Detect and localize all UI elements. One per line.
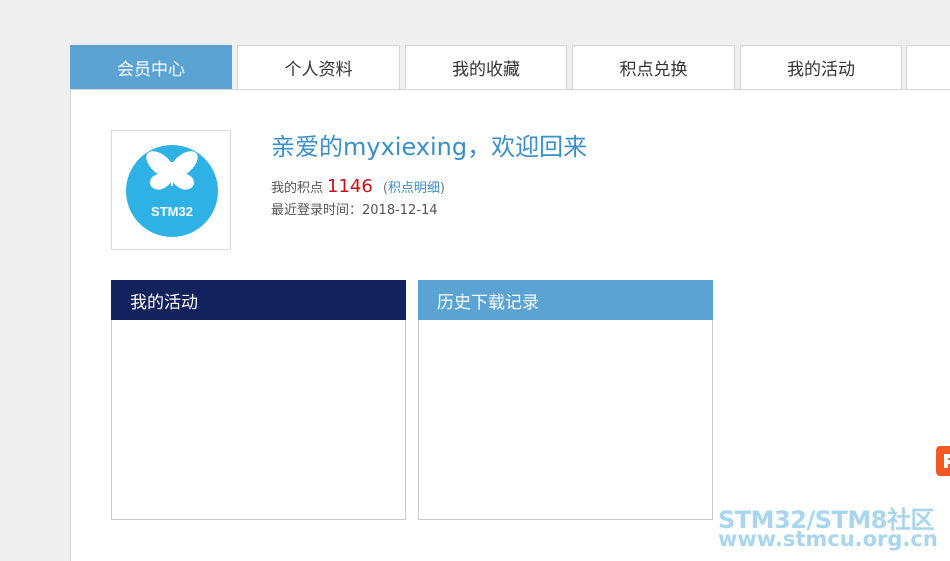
- side-float-icon[interactable]: [934, 444, 950, 478]
- box-title: 历史下载记录: [437, 292, 539, 313]
- points-detail-link[interactable]: 积点明细: [388, 181, 440, 196]
- welcome-heading: 亲爱的myxiexing，欢迎回来: [271, 133, 588, 161]
- tab-points-exchange[interactable]: 积点兑换: [572, 45, 735, 89]
- my-activities-box: 我的活动: [111, 280, 406, 520]
- box-header: 历史下载记录: [418, 280, 713, 320]
- avatar[interactable]: STM32: [111, 130, 231, 250]
- points-row: 我的积点 1146 (积点明细): [271, 176, 445, 200]
- box-header: 我的活动: [111, 280, 406, 320]
- points-value: 1146: [327, 176, 373, 197]
- avatar-label: STM32: [151, 204, 193, 219]
- stm32-butterfly-icon: STM32: [126, 145, 218, 237]
- member-center-page: 会员中心 个人资料 我的收藏 积点兑换 我的活动 STM32 亲爱的myxiex…: [0, 0, 950, 561]
- box-title: 我的活动: [130, 292, 198, 313]
- tab-label: 积点兑换: [619, 60, 688, 80]
- watermark-url: www.stmcu.org.cn: [718, 527, 938, 551]
- last-login-row: 最近登录时间：2018-12-14: [271, 201, 438, 221]
- tab-label: 我的收藏: [452, 60, 520, 80]
- tab-favorites[interactable]: 我的收藏: [405, 45, 567, 89]
- last-login-value: 2018-12-14: [362, 203, 438, 218]
- tab-my-activities[interactable]: 我的活动: [740, 45, 902, 89]
- paren-close: ): [439, 181, 445, 196]
- tab-member-center[interactable]: 会员中心: [70, 45, 232, 89]
- download-history-box: 历史下载记录: [418, 280, 713, 520]
- tab-label: 我的活动: [787, 60, 855, 80]
- points-label: 我的积点: [271, 181, 324, 196]
- tab-label: 个人资料: [284, 60, 353, 80]
- last-login-label: 最近登录时间：: [271, 203, 363, 218]
- tab-label: 会员中心: [117, 60, 185, 80]
- tab-overflow[interactable]: [906, 45, 950, 89]
- tab-profile[interactable]: 个人资料: [237, 45, 400, 89]
